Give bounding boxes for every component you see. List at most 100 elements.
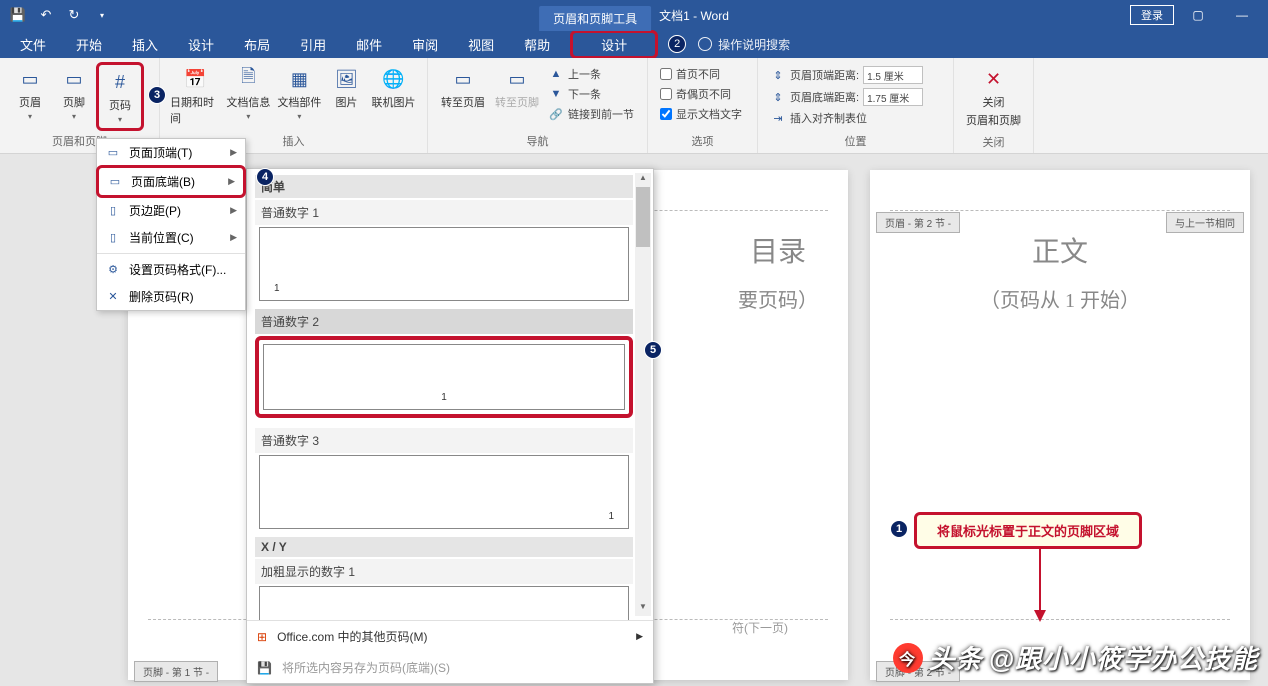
group-label-position: 位置	[766, 131, 945, 151]
scroll-down-icon[interactable]: ▼	[635, 602, 651, 616]
goto-header-button[interactable]: ▭转至页眉	[436, 62, 490, 114]
footer-button[interactable]: ▭页脚▾	[52, 62, 96, 125]
step-marker-1: 1	[890, 520, 908, 538]
ruler-icon: ⇕	[770, 67, 786, 83]
footer-distance-row[interactable]: ⇕页眉底端距离:1.75 厘米	[766, 86, 927, 108]
gallery-item-1[interactable]: 1	[259, 227, 629, 301]
picture-icon: 🖼	[332, 66, 360, 92]
gallery-item-label-4: 加粗显示的数字 1	[255, 559, 633, 584]
watermark-text: @跟小小筱学办公技能	[989, 639, 1258, 676]
gallery-scrollbar[interactable]: ▲ ▼	[635, 173, 651, 616]
undo-icon[interactable]: ↶	[34, 3, 58, 27]
docinfo-icon: 🗎	[234, 66, 262, 92]
tab-file[interactable]: 文件	[6, 31, 60, 58]
menu-current-position[interactable]: ▯当前位置(C)▶	[97, 224, 245, 251]
picture-button[interactable]: 🖼图片	[325, 62, 368, 114]
page1-sub: 要页码）	[738, 284, 818, 313]
close-hf-button[interactable]: ✕关闭页眉和页脚	[962, 62, 1025, 132]
page-bottom-icon: ▭	[107, 174, 123, 190]
gallery-category-simple: 简单	[255, 175, 633, 198]
gallery-item-label-1: 普通数字 1	[255, 200, 633, 225]
red-arrow-icon	[1030, 542, 1050, 622]
gallery-item-label-3: 普通数字 3	[255, 428, 633, 453]
scroll-thumb[interactable]	[636, 187, 650, 247]
docinfo-button[interactable]: 🗎文档信息▾	[223, 62, 274, 125]
step-marker-5: 5	[644, 341, 662, 359]
ruler-icon: ⇕	[770, 89, 786, 105]
gallery-office-more[interactable]: ⊞Office.com 中的其他页码(M)▶	[247, 621, 653, 652]
hash-icon: #	[106, 69, 134, 95]
qat-dropdown-icon[interactable]: ▾	[90, 3, 114, 27]
ribbon-options-icon[interactable]: ▢	[1178, 1, 1218, 29]
redo-icon[interactable]: ↻	[62, 3, 86, 27]
online-picture-button[interactable]: 🌐联机图片	[368, 62, 419, 114]
tab-mail[interactable]: 邮件	[342, 31, 396, 58]
header-distance-input[interactable]: 1.5 厘米	[863, 66, 923, 84]
gallery-item-2[interactable]: 1	[255, 336, 633, 418]
group-label-options: 选项	[656, 131, 749, 151]
page1-title: 目录	[738, 230, 818, 270]
step-marker-3: 3	[148, 86, 166, 104]
page-2[interactable]: 页眉 - 第 2 节 - 与上一节相同 正文 （页码从 1 开始） 页脚 - 第…	[870, 170, 1250, 680]
prev-section-button[interactable]: ▲上一条	[544, 64, 638, 84]
tab-view[interactable]: 视图	[454, 31, 508, 58]
header-button[interactable]: ▭页眉▾	[8, 62, 52, 125]
minimize-icon[interactable]: —	[1222, 1, 1262, 29]
next-section-button[interactable]: ▼下一条	[544, 84, 638, 104]
scroll-up-icon[interactable]: ▲	[635, 173, 651, 187]
tell-me-label: 操作说明搜索	[718, 36, 790, 53]
tab-review[interactable]: 审阅	[398, 31, 452, 58]
page1-footer-text: 符(下一页)	[732, 619, 788, 636]
lightbulb-icon	[698, 37, 712, 51]
page-number-button[interactable]: #页码▾	[96, 62, 144, 131]
different-first-checkbox[interactable]: 首页不同	[656, 64, 746, 84]
show-doc-text-checkbox[interactable]: 显示文档文字	[656, 104, 746, 124]
datetime-button[interactable]: 📅日期和时间	[168, 62, 223, 130]
link-previous-button[interactable]: 🔗链接到前一节	[544, 104, 638, 124]
title-bar: 💾 ↶ ↻ ▾ 页眉和页脚工具 文档1 - Word 登录 ▢ —	[0, 0, 1268, 30]
tab-hf-design[interactable]: 设计	[570, 30, 658, 59]
menu-top-of-page[interactable]: ▭页面顶端(T)▶	[97, 139, 245, 166]
gallery-category-xy: X / Y	[255, 537, 633, 557]
tab-help[interactable]: 帮助	[510, 31, 564, 58]
goto-header-icon: ▭	[449, 66, 477, 92]
header-distance-row[interactable]: ⇕页眉顶端距离:1.5 厘米	[766, 64, 927, 86]
tab-references[interactable]: 引用	[286, 31, 340, 58]
tab-home[interactable]: 开始	[62, 31, 116, 58]
login-button[interactable]: 登录	[1130, 5, 1174, 25]
footer-icon: ▭	[60, 66, 88, 92]
save-icon[interactable]: 💾	[6, 3, 30, 27]
menu-remove-page-numbers[interactable]: ✕删除页码(R)	[97, 283, 245, 310]
tab-layout[interactable]: 布局	[230, 31, 284, 58]
menu-bottom-of-page[interactable]: ▭页面底端(B)▶	[96, 165, 246, 198]
page-number-dropdown: ▭页面顶端(T)▶ ▭页面底端(B)▶ ▯页边距(P)▶ ▯当前位置(C)▶ ⚙…	[96, 138, 246, 311]
gallery-item-3[interactable]: 1	[259, 455, 629, 529]
online-picture-icon: 🌐	[380, 66, 408, 92]
format-icon: ⚙	[105, 262, 121, 278]
down-arrow-icon: ▼	[548, 86, 564, 102]
tab-design[interactable]: 设计	[174, 31, 228, 58]
menu-format-page-numbers[interactable]: ⚙设置页码格式(F)...	[97, 256, 245, 283]
page-top-icon: ▭	[105, 145, 121, 161]
watermark-icon: 今	[893, 643, 923, 673]
footer-distance-input[interactable]: 1.75 厘米	[863, 88, 923, 106]
quickparts-button[interactable]: ▦文档部件▾	[274, 62, 325, 125]
page-margin-icon: ▯	[105, 203, 121, 219]
header-icon: ▭	[16, 66, 44, 92]
close-icon: ✕	[980, 66, 1008, 92]
gallery-item-4[interactable]: 1 / 1	[259, 586, 629, 620]
different-odd-checkbox[interactable]: 奇偶页不同	[656, 84, 746, 104]
tell-me[interactable]: 操作说明搜索	[688, 36, 790, 53]
gallery-item-label-2: 普通数字 2	[255, 309, 633, 334]
page-number-gallery: 简单 普通数字 1 1 普通数字 2 1 普通数字 3 1 X / Y 加粗显示…	[246, 168, 654, 684]
menu-page-margins[interactable]: ▯页边距(P)▶	[97, 197, 245, 224]
footer-tag-section1: 页脚 - 第 1 节 -	[134, 661, 218, 682]
insert-align-tab-button[interactable]: ⇥插入对齐制表位	[766, 108, 927, 128]
tab-insert[interactable]: 插入	[118, 31, 172, 58]
goto-footer-icon: ▭	[503, 66, 531, 92]
step-marker-4: 4	[256, 168, 274, 186]
quickparts-icon: ▦	[285, 66, 313, 92]
calendar-icon: 📅	[181, 66, 209, 92]
ribbon-tab-strip: 文件 开始 插入 设计 布局 引用 邮件 审阅 视图 帮助 设计 2 操作说明搜…	[0, 30, 1268, 58]
document-name: 文档1 - Word	[659, 7, 729, 24]
